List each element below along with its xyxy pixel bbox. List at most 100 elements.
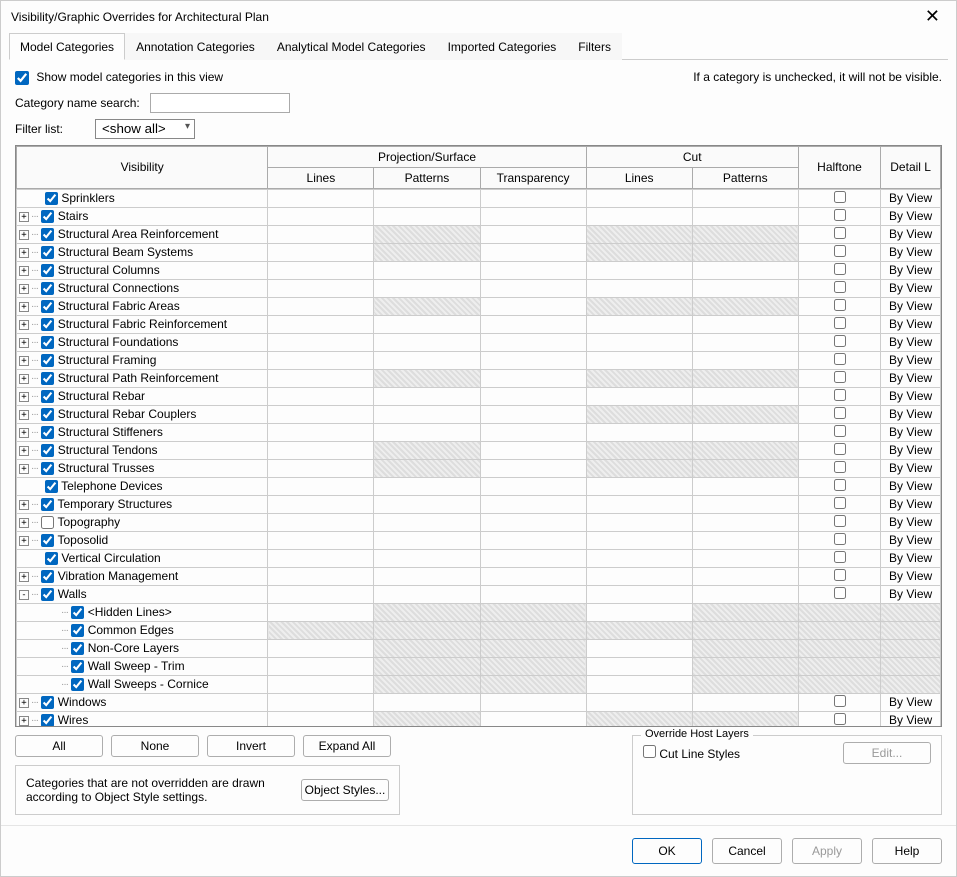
cut-patterns-cell[interactable] — [692, 621, 798, 639]
category-row[interactable]: +··· Structural StiffenersBy View — [17, 423, 941, 441]
proj-patterns-cell[interactable] — [374, 189, 480, 207]
transparency-cell[interactable] — [480, 621, 586, 639]
transparency-cell[interactable] — [480, 711, 586, 726]
detail-level-cell[interactable] — [881, 639, 941, 657]
transparency-cell[interactable] — [480, 297, 586, 315]
detail-level-cell[interactable]: By View — [881, 261, 941, 279]
proj-lines-cell[interactable] — [268, 657, 374, 675]
halftone-cell[interactable] — [798, 369, 880, 387]
transparency-cell[interactable] — [480, 585, 586, 603]
transparency-cell[interactable] — [480, 657, 586, 675]
detail-level-cell[interactable] — [881, 675, 941, 693]
category-row[interactable]: +··· TopographyBy View — [17, 513, 941, 531]
halftone-cell[interactable] — [798, 477, 880, 495]
cut-patterns-cell[interactable] — [692, 243, 798, 261]
proj-lines-cell[interactable] — [268, 207, 374, 225]
proj-patterns-cell[interactable] — [374, 603, 480, 621]
halftone-checkbox[interactable] — [834, 425, 846, 437]
visibility-checkbox[interactable] — [41, 228, 54, 241]
col-proj-patterns[interactable]: Patterns — [374, 167, 480, 188]
visibility-checkbox[interactable] — [41, 570, 54, 583]
transparency-cell[interactable] — [480, 315, 586, 333]
cut-patterns-cell[interactable] — [692, 369, 798, 387]
category-row[interactable]: ··· Wall Sweeps - Cornice — [17, 675, 941, 693]
visibility-checkbox[interactable] — [41, 264, 54, 277]
detail-level-cell[interactable]: By View — [881, 315, 941, 333]
halftone-cell[interactable] — [798, 567, 880, 585]
category-row[interactable]: +··· Structural TrussesBy View — [17, 459, 941, 477]
detail-level-cell[interactable]: By View — [881, 513, 941, 531]
halftone-cell[interactable] — [798, 693, 880, 711]
expand-icon[interactable]: + — [19, 302, 29, 312]
expand-icon[interactable]: - — [19, 590, 29, 600]
transparency-cell[interactable] — [480, 549, 586, 567]
halftone-cell[interactable] — [798, 639, 880, 657]
proj-patterns-cell[interactable] — [374, 423, 480, 441]
proj-lines-cell[interactable] — [268, 297, 374, 315]
transparency-cell[interactable] — [480, 513, 586, 531]
detail-level-cell[interactable]: By View — [881, 189, 941, 207]
expand-icon[interactable]: + — [19, 392, 29, 402]
proj-lines-cell[interactable] — [268, 549, 374, 567]
category-row[interactable]: ··· Non-Core Layers — [17, 639, 941, 657]
detail-level-cell[interactable]: By View — [881, 549, 941, 567]
expand-icon[interactable]: + — [19, 266, 29, 276]
category-row[interactable]: +··· Structural Fabric AreasBy View — [17, 297, 941, 315]
proj-patterns-cell[interactable] — [374, 405, 480, 423]
detail-level-cell[interactable] — [881, 621, 941, 639]
halftone-cell[interactable] — [798, 621, 880, 639]
expand-icon[interactable]: + — [19, 338, 29, 348]
proj-lines-cell[interactable] — [268, 279, 374, 297]
halftone-checkbox[interactable] — [834, 479, 846, 491]
halftone-checkbox[interactable] — [834, 209, 846, 221]
detail-level-cell[interactable]: By View — [881, 693, 941, 711]
transparency-cell[interactable] — [480, 639, 586, 657]
visibility-checkbox[interactable] — [41, 444, 54, 457]
cut-patterns-cell[interactable] — [692, 513, 798, 531]
expand-icon[interactable]: + — [19, 698, 29, 708]
halftone-cell[interactable] — [798, 261, 880, 279]
proj-patterns-cell[interactable] — [374, 297, 480, 315]
cut-lines-cell[interactable] — [586, 477, 692, 495]
cut-patterns-cell[interactable] — [692, 567, 798, 585]
cut-lines-cell[interactable] — [586, 207, 692, 225]
halftone-checkbox[interactable] — [834, 695, 846, 707]
visibility-checkbox[interactable] — [45, 192, 58, 205]
cut-lines-cell[interactable] — [586, 639, 692, 657]
halftone-checkbox[interactable] — [834, 407, 846, 419]
proj-lines-cell[interactable] — [268, 459, 374, 477]
expand-icon[interactable]: + — [19, 428, 29, 438]
proj-lines-cell[interactable] — [268, 369, 374, 387]
detail-level-cell[interactable]: By View — [881, 531, 941, 549]
transparency-cell[interactable] — [480, 477, 586, 495]
proj-patterns-cell[interactable] — [374, 567, 480, 585]
visibility-checkbox[interactable] — [45, 552, 58, 565]
category-search-input[interactable] — [150, 93, 290, 113]
halftone-cell[interactable] — [798, 333, 880, 351]
halftone-checkbox[interactable] — [834, 713, 846, 725]
cut-patterns-cell[interactable] — [692, 207, 798, 225]
proj-patterns-cell[interactable] — [374, 711, 480, 726]
expand-icon[interactable]: + — [19, 536, 29, 546]
cut-patterns-cell[interactable] — [692, 333, 798, 351]
halftone-cell[interactable] — [798, 279, 880, 297]
visibility-checkbox[interactable] — [71, 624, 84, 637]
proj-patterns-cell[interactable] — [374, 621, 480, 639]
transparency-cell[interactable] — [480, 405, 586, 423]
expand-icon[interactable]: + — [19, 356, 29, 366]
halftone-cell[interactable] — [798, 225, 880, 243]
cut-lines-cell[interactable] — [586, 405, 692, 423]
cut-patterns-cell[interactable] — [692, 531, 798, 549]
col-halftone[interactable]: Halftone — [798, 146, 880, 188]
transparency-cell[interactable] — [480, 351, 586, 369]
category-row[interactable]: +··· Temporary StructuresBy View — [17, 495, 941, 513]
cut-patterns-cell[interactable] — [692, 261, 798, 279]
cut-lines-cell[interactable] — [586, 675, 692, 693]
cut-patterns-cell[interactable] — [692, 477, 798, 495]
proj-lines-cell[interactable] — [268, 693, 374, 711]
col-proj-transparency[interactable]: Transparency — [480, 167, 586, 188]
proj-lines-cell[interactable] — [268, 441, 374, 459]
tab-imported-categories[interactable]: Imported Categories — [437, 33, 568, 60]
halftone-cell[interactable] — [798, 531, 880, 549]
col-detail[interactable]: Detail L — [881, 146, 941, 188]
